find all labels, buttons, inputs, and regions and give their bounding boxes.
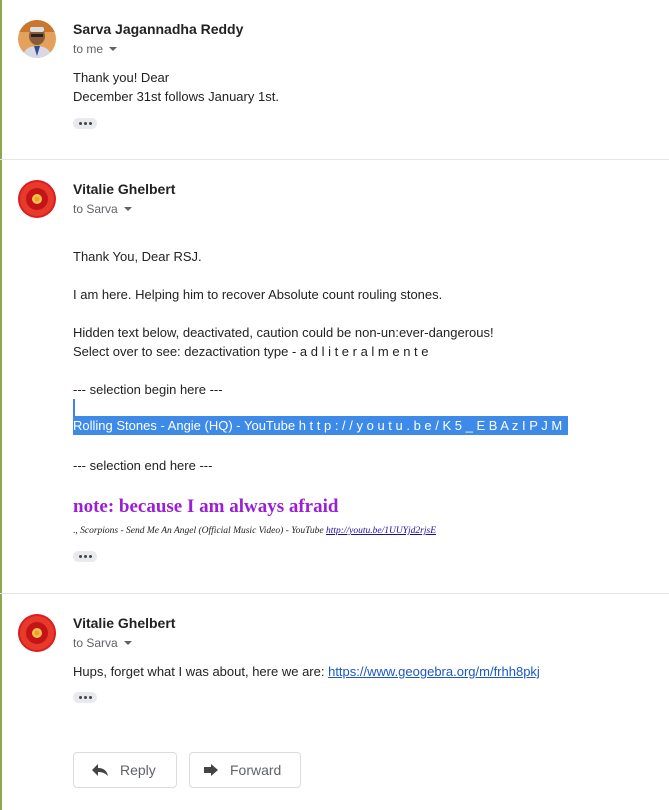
message-2: Vitalie Ghelbert to Sarva Thank You, Dea… bbox=[0, 160, 669, 594]
body-text: Hups, forget what I was about, here we a… bbox=[73, 664, 329, 679]
recipient-details[interactable]: to Sarva bbox=[73, 202, 132, 216]
footnote-text: Scorpions - Send Me An Angel (Official M… bbox=[80, 526, 326, 536]
message-1: Sarva Jagannadha Reddy to me Thank you! … bbox=[0, 0, 669, 160]
forward-button[interactable]: Forward bbox=[189, 752, 301, 788]
selection-highlight: Rolling Stones - Angie (HQ) - YouTube h … bbox=[73, 416, 569, 435]
body-line: --- selection begin here --- bbox=[73, 382, 223, 397]
body-line: Thank You, Dear RSJ. bbox=[73, 249, 202, 264]
small-footnote: ., Scorpions - Send Me An Angel (Officia… bbox=[73, 526, 436, 536]
sender-name: Sarva Jagannadha Reddy bbox=[73, 21, 244, 37]
forward-arrow-icon bbox=[204, 764, 218, 776]
body-line: Thank you! Dear bbox=[73, 70, 170, 85]
note-heading: note: because I am always afraid bbox=[73, 496, 339, 517]
body-line: Hups, forget what I was about, here we a… bbox=[73, 664, 540, 679]
avatar[interactable] bbox=[18, 180, 56, 218]
caret-down-icon bbox=[109, 47, 118, 51]
caret-down-icon bbox=[123, 207, 132, 211]
recipient-label: to Sarva bbox=[73, 636, 118, 650]
body-line: Hidden text below, deactivated, caution … bbox=[73, 325, 494, 340]
reply-button[interactable]: Reply bbox=[73, 752, 177, 788]
caret-down-icon bbox=[123, 641, 132, 645]
body-line: --- selection end here --- bbox=[73, 458, 213, 473]
sender-name: Vitalie Ghelbert bbox=[73, 615, 176, 631]
recipient-details[interactable]: to Sarva bbox=[73, 636, 132, 650]
reply-label: Reply bbox=[120, 762, 156, 778]
recipient-details[interactable]: to me bbox=[73, 42, 118, 56]
more-dots-icon[interactable] bbox=[73, 692, 97, 703]
more-dots-icon[interactable] bbox=[73, 551, 97, 562]
more-dots-icon[interactable] bbox=[73, 118, 97, 129]
reply-arrow-icon bbox=[92, 764, 108, 776]
selected-text: Rolling Stones - Angie (HQ) - YouTube h … bbox=[73, 416, 569, 435]
sender-name: Vitalie Ghelbert bbox=[73, 181, 176, 197]
text-cursor bbox=[73, 399, 75, 416]
geogebra-link[interactable]: https://www.geogebra.org/m/frhh8pkj bbox=[328, 664, 540, 679]
avatar[interactable] bbox=[18, 20, 56, 58]
forward-label: Forward bbox=[230, 762, 282, 778]
recipient-label: to me bbox=[73, 42, 104, 56]
body-line: December 31st follows January 1st. bbox=[73, 89, 279, 104]
youtube-link[interactable]: http://youtu.be/1UUYjd2rjsE bbox=[326, 526, 436, 536]
body-line: I am here. Helping him to recover Absolu… bbox=[73, 287, 443, 302]
body-line: Select over to see: dezactivation type -… bbox=[73, 344, 429, 359]
message-3: Vitalie Ghelbert to Sarva Hups, forget w… bbox=[0, 594, 669, 714]
avatar[interactable] bbox=[18, 614, 56, 652]
recipient-label: to Sarva bbox=[73, 202, 118, 216]
